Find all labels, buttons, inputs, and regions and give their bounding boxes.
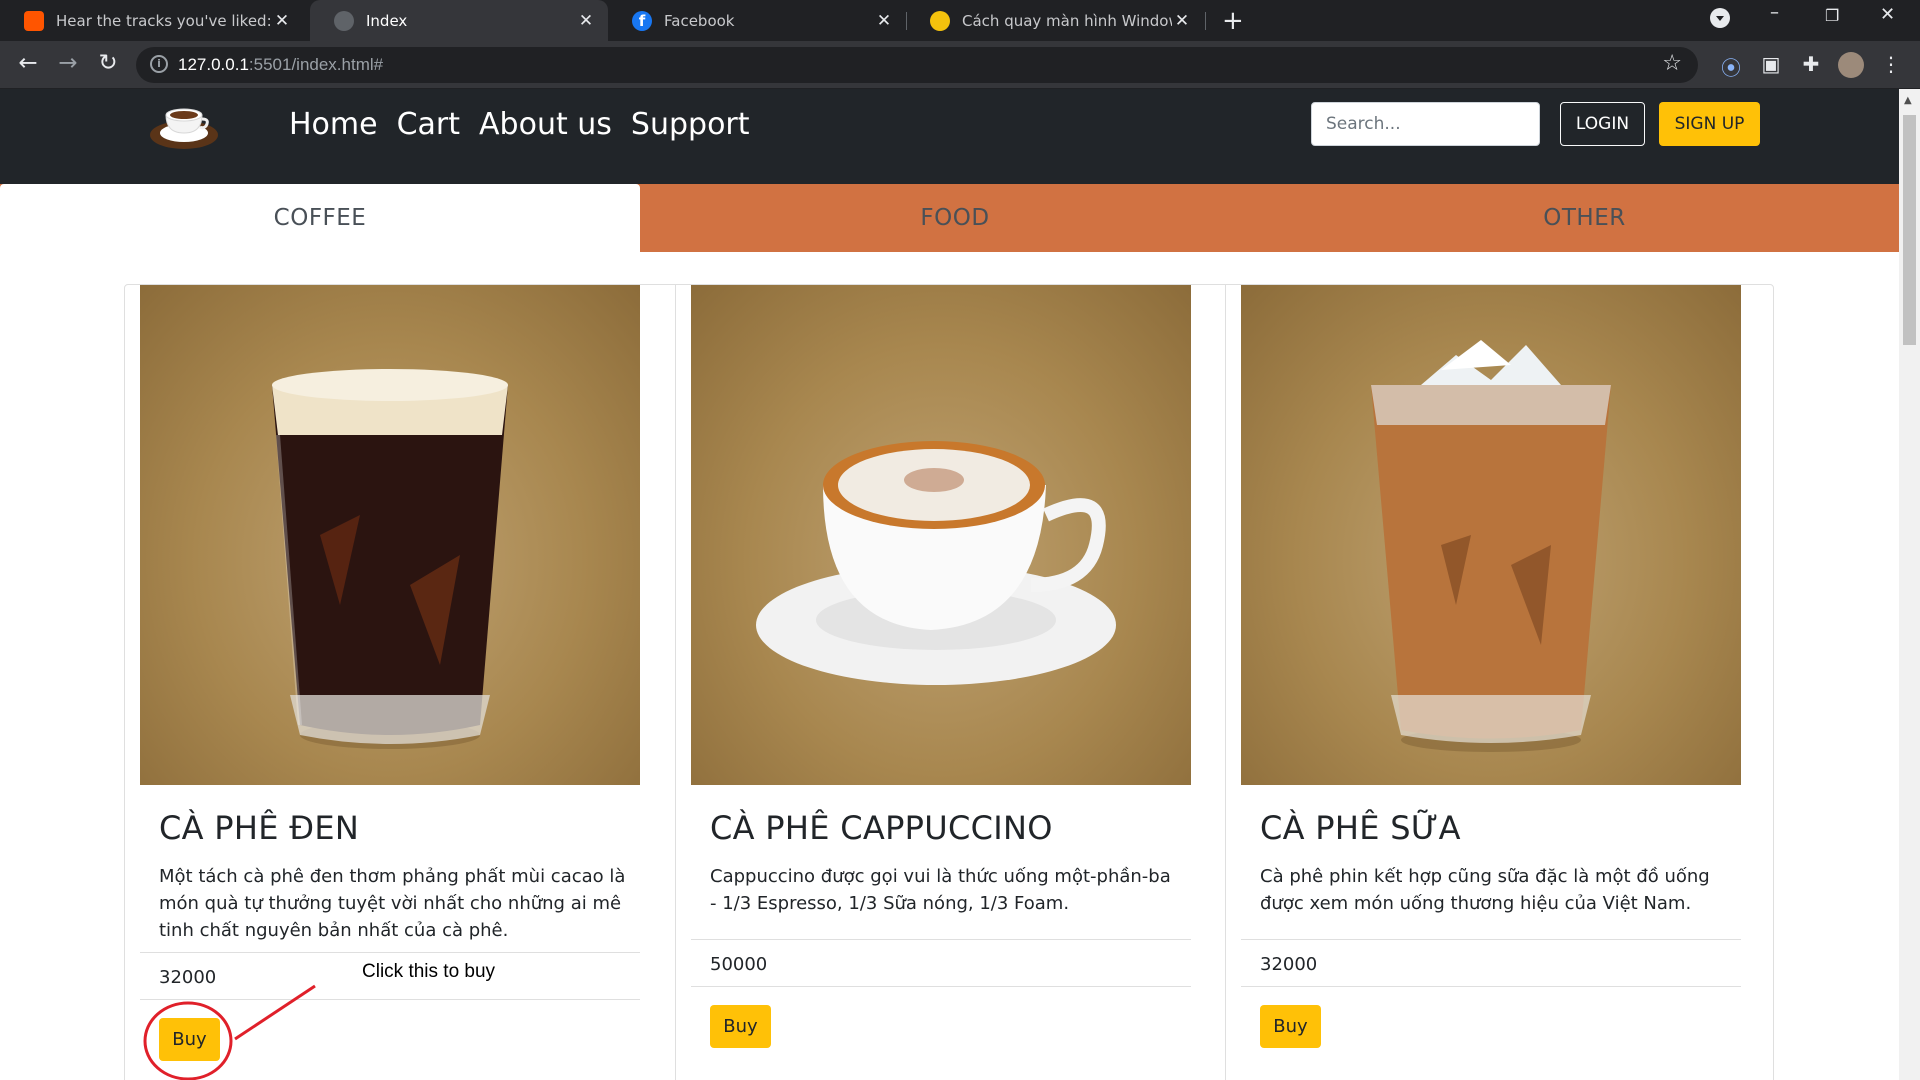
divider	[1241, 986, 1741, 987]
bookmark-star-icon[interactable]: ☆	[1662, 51, 1682, 76]
search-input[interactable]	[1311, 102, 1540, 146]
forward-icon[interactable]: →	[54, 50, 82, 76]
product-price: 50000	[710, 954, 768, 975]
cappuccino-image	[691, 285, 1191, 785]
browser-tab-facebook[interactable]: f Facebook ✕	[608, 0, 906, 41]
facebook-icon: f	[632, 10, 652, 31]
product-description: Cà phê phin kết hợp cũng sữa đặc là một …	[1260, 866, 1710, 914]
signup-button[interactable]: SIGN UP	[1659, 102, 1760, 146]
login-button[interactable]: LOGIN	[1560, 102, 1645, 146]
scrollbar-thumb[interactable]	[1903, 115, 1916, 345]
url-host: 127.0.0.1	[178, 55, 249, 74]
buy-button[interactable]: Buy	[1260, 1005, 1321, 1048]
new-tab-icon[interactable]: +	[1222, 6, 1244, 36]
product-description: Một tách cà phê đen thơm phảng phất mùi …	[159, 866, 626, 941]
url-text: 127.0.0.1:5501/index.html#	[178, 55, 383, 75]
restore-icon[interactable]: ❐	[1825, 6, 1839, 25]
product-title: CÀ PHÊ ĐEN	[159, 809, 360, 847]
web-page: Home Cart About us Support LOGIN SIGN UP…	[0, 89, 1899, 1080]
reload-icon[interactable]: ↻	[94, 50, 122, 76]
divider	[140, 952, 640, 953]
browser-tab-soundcloud[interactable]: Hear the tracks you've liked: on S ✕	[0, 0, 304, 41]
tab-title: Cách quay màn hình Windows 10	[962, 11, 1172, 30]
nav-cart-link[interactable]: Cart	[397, 107, 460, 142]
scroll-up-icon[interactable]: ▲	[1904, 95, 1912, 106]
tab-search-icon[interactable]	[1710, 8, 1730, 28]
iced-milk-coffee-image	[1241, 285, 1741, 785]
tab-separator	[1205, 12, 1206, 30]
product-title: CÀ PHÊ CAPPUCCINO	[710, 809, 1053, 847]
divider	[691, 939, 1191, 940]
soundcloud-icon	[24, 10, 44, 31]
browser-tab-index[interactable]: Index ✕	[310, 0, 608, 41]
product-title: CÀ PHÊ SỮA	[1260, 809, 1461, 847]
minimize-icon[interactable]: –	[1770, 2, 1779, 23]
tab-food[interactable]: FOOD	[640, 184, 1270, 252]
address-bar[interactable]: i 127.0.0.1:5501/index.html# ☆	[136, 47, 1698, 83]
puzzle-extensions-icon[interactable]: ✚	[1798, 52, 1824, 78]
product-description: Cappuccino được gọi vui là thức uống một…	[710, 866, 1171, 914]
black-coffee-image	[140, 285, 640, 785]
tab-title: Index	[366, 11, 408, 30]
coffee-logo[interactable]	[148, 101, 220, 153]
browser-tab-windows-guide[interactable]: Cách quay màn hình Windows 10 ✕	[906, 0, 1204, 41]
product-price: 32000	[159, 967, 217, 988]
browser-tab-strip: Hear the tracks you've liked: on S ✕ Ind…	[0, 0, 1920, 41]
extension-icon[interactable]: ▣	[1758, 52, 1784, 78]
product-price: 32000	[1260, 954, 1318, 975]
main-nav: Home Cart About us Support	[289, 107, 750, 142]
tab-coffee[interactable]: COFFEE	[0, 184, 640, 252]
product-card: CÀ PHÊ CAPPUCCINO Cappuccino được gọi vu…	[675, 285, 1225, 1080]
profile-avatar[interactable]	[1838, 52, 1864, 78]
tab-title: Facebook	[664, 11, 735, 30]
nav-home-link[interactable]: Home	[289, 107, 378, 142]
category-tabs: COFFEE FOOD OTHER	[0, 184, 1899, 252]
divider	[1241, 939, 1741, 940]
back-icon[interactable]: ←	[14, 50, 42, 76]
nav-support-link[interactable]: Support	[631, 107, 750, 142]
page-scrollbar[interactable]: ▲	[1899, 89, 1920, 1080]
menu-kebab-icon[interactable]: ⋮	[1878, 52, 1904, 78]
annotation-label: Click this to buy	[362, 961, 496, 982]
site-navbar: Home Cart About us Support LOGIN SIGN UP	[0, 89, 1899, 184]
divider	[691, 986, 1191, 987]
browser-toolbar: ← → ↻ i 127.0.0.1:5501/index.html# ☆ ⦿ ▣…	[0, 41, 1920, 89]
divider	[140, 999, 640, 1000]
wifi-extension-icon[interactable]: ⦿	[1718, 52, 1744, 80]
product-card: CÀ PHÊ SỮA Cà phê phin kết hợp cũng sữa …	[1225, 285, 1775, 1080]
window-close-icon[interactable]: ✕	[1880, 4, 1895, 25]
close-tab-icon[interactable]: ✕	[1172, 11, 1192, 31]
close-tab-icon[interactable]: ✕	[874, 11, 894, 31]
globe-icon	[334, 10, 354, 31]
buy-button[interactable]: Buy	[159, 1018, 220, 1061]
close-tab-icon[interactable]: ✕	[576, 11, 596, 31]
buy-button[interactable]: Buy	[710, 1005, 771, 1048]
close-tab-icon[interactable]: ✕	[272, 11, 292, 31]
tab-title: Hear the tracks you've liked: on S	[56, 11, 272, 30]
site-info-icon[interactable]: i	[150, 55, 168, 73]
url-path: :5501/index.html#	[248, 55, 384, 74]
nav-about-link[interactable]: About us	[479, 107, 612, 142]
site-icon	[930, 10, 950, 31]
tab-other[interactable]: OTHER	[1270, 184, 1899, 252]
